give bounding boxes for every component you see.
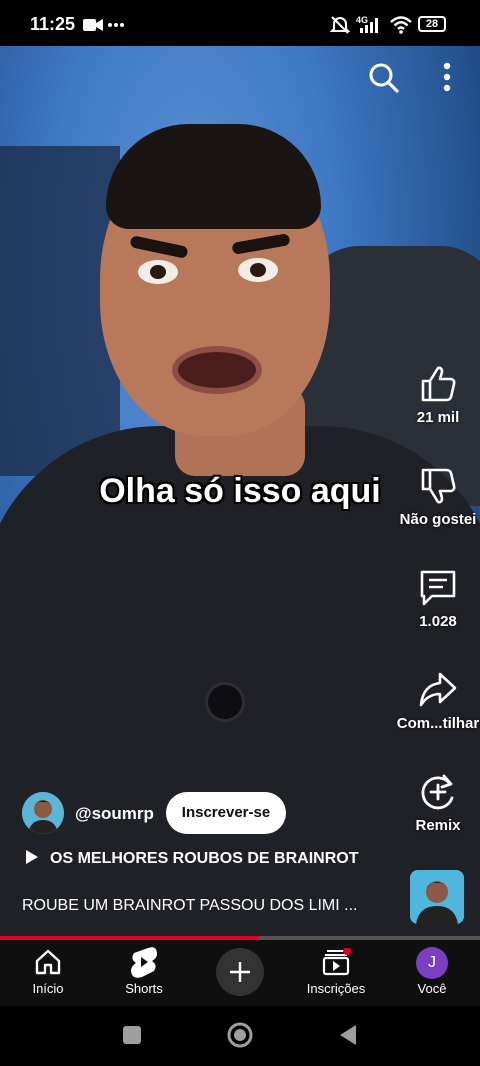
remix-button[interactable]: Remix (393, 772, 480, 834)
more-dots-icon (108, 23, 124, 27)
signal-4g-icon (360, 18, 378, 33)
status-time: 11:25 (30, 14, 76, 34)
wifi-icon (390, 16, 412, 34)
nav-you[interactable]: J Você (384, 940, 480, 1006)
nav-home[interactable]: Início (0, 940, 96, 1006)
share-button[interactable]: Com...tilhar (393, 670, 480, 732)
person-mouth (172, 346, 262, 394)
profile-avatar-letter: J (428, 954, 436, 971)
home-icon (35, 949, 61, 975)
battery-level: 28 (425, 18, 439, 30)
nav-shorts-label: Shorts (125, 981, 163, 996)
comments-button[interactable]: 1.028 (393, 568, 480, 630)
thumbs-down-icon (421, 468, 456, 504)
status-bar: 11:25 4G 28 (0, 0, 480, 46)
subscriptions-icon (322, 948, 351, 976)
nav-shorts[interactable]: Shorts (96, 940, 192, 1006)
plus-icon (230, 962, 250, 982)
lapel-microphone (205, 682, 245, 722)
thumbnail-person-icon (410, 870, 464, 924)
bottom-navigation: Início Shorts Inscrições J Você (0, 940, 480, 1006)
recents-square-icon[interactable] (122, 1025, 142, 1045)
more-vert-icon[interactable] (440, 62, 454, 94)
comments-count: 1.028 (419, 613, 457, 630)
dislike-button[interactable]: Não gostei (393, 466, 480, 528)
channel-row: @soumrp Inscrever-se (22, 792, 322, 836)
profile-avatar: J (416, 947, 448, 979)
thumbs-up-icon (421, 366, 456, 402)
channel-name[interactable]: @soumrp (75, 804, 154, 824)
create-button (216, 948, 264, 996)
share-arrow-icon (419, 672, 457, 707)
nav-subscriptions[interactable]: Inscrições (288, 940, 384, 1006)
channel-avatar[interactable] (22, 792, 64, 834)
like-button[interactable]: 21 mil (393, 364, 480, 426)
system-navigation-bar (0, 1006, 480, 1066)
playlist-link[interactable]: OS MELHORES ROUBOS DE BRAINROT (22, 850, 358, 868)
remix-label: Remix (415, 817, 461, 834)
video-title[interactable]: ROUBE UM BRAINROT PASSOU DOS LIMI ... (22, 897, 357, 915)
channel-avatar-icon (22, 792, 64, 834)
shorts-icon (131, 947, 157, 978)
nav-home-label: Início (32, 981, 64, 996)
mute-icon (330, 16, 350, 34)
nav-you-label: Você (417, 981, 447, 996)
nav-subscriptions-label: Inscrições (306, 981, 366, 996)
right-eye (238, 258, 278, 282)
left-eye (138, 260, 178, 284)
back-triangle-icon[interactable] (338, 1023, 358, 1047)
dislike-label: Não gostei (399, 511, 477, 528)
battery-icon: 28 (418, 16, 446, 32)
search-icon[interactable] (368, 62, 400, 94)
nav-create[interactable] (192, 940, 288, 1006)
video-camera-icon (83, 19, 103, 31)
comment-icon (420, 570, 456, 606)
like-count: 21 mil (416, 409, 460, 426)
remix-icon (421, 774, 454, 810)
playlist-title: OS MELHORES ROUBOS DE BRAINROT (50, 850, 359, 867)
person-hair (106, 124, 321, 229)
home-circle-icon[interactable] (226, 1021, 254, 1049)
share-label: Com...tilhar (396, 715, 480, 732)
subscribe-button[interactable]: Inscrever-se (166, 792, 286, 834)
play-icon (26, 850, 38, 864)
related-video-thumbnail[interactable] (410, 870, 464, 924)
